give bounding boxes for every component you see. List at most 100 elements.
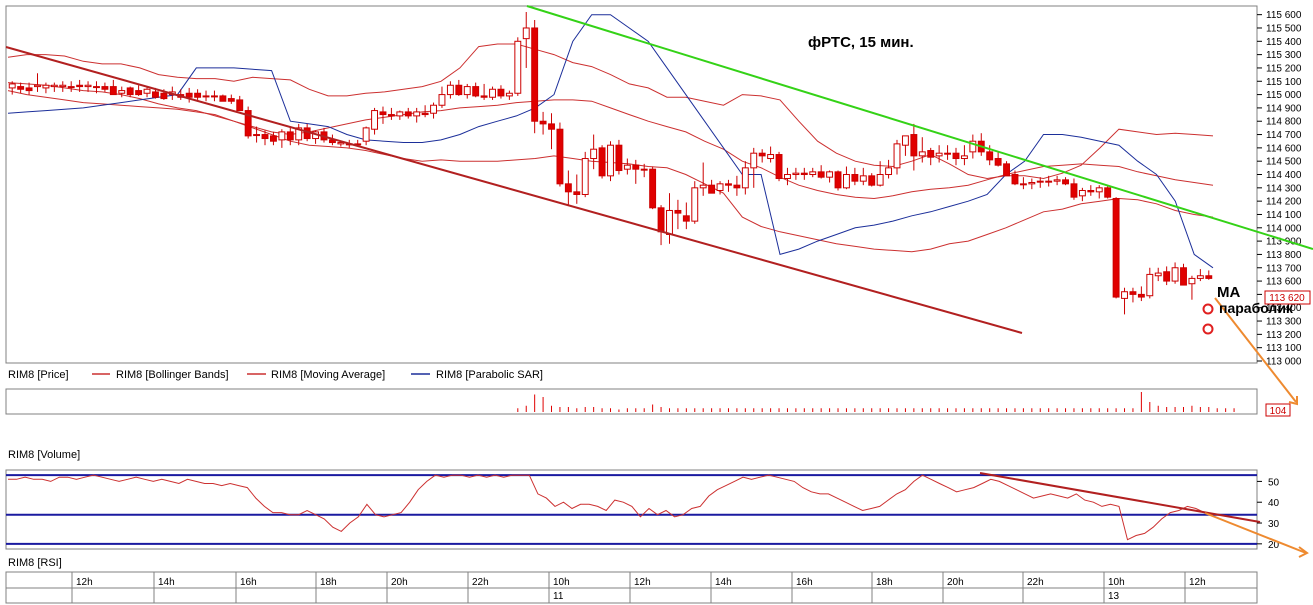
candle-body (531, 27, 539, 122)
volume-bars (517, 392, 1235, 412)
rsi-panel-label: RIM8 [RSI] (8, 557, 62, 569)
candle-body (792, 172, 800, 176)
parabolic-annotation: параболик (1219, 300, 1294, 316)
price-tick-label: 113 900 (1266, 237, 1302, 248)
candle-body (202, 95, 210, 98)
time-hour-label: 22h (472, 577, 489, 588)
price-tick-label: 114 700 (1266, 130, 1302, 141)
candle-body (76, 84, 84, 88)
time-hour-label: 18h (876, 577, 893, 588)
candle-body (817, 171, 825, 178)
time-hour-label: 14h (715, 577, 732, 588)
candle-body (522, 27, 530, 40)
price-tick-label: 115 500 (1266, 23, 1302, 34)
candle-body (548, 123, 555, 130)
price-tick-label: 113 600 (1266, 277, 1302, 288)
time-hour-label: 16h (796, 577, 813, 588)
candle-body (59, 84, 67, 88)
candle-body (800, 172, 808, 176)
candle-body (733, 184, 741, 189)
price-tick-label: 114 600 (1266, 143, 1302, 154)
candle-body (42, 84, 50, 89)
candle-body (1171, 267, 1179, 282)
candle-body (101, 86, 109, 90)
candle-body (362, 127, 370, 142)
price-tick-label: 115 400 (1266, 37, 1302, 48)
candle-body (25, 87, 33, 92)
candle-body (649, 168, 657, 209)
candles (8, 11, 1213, 315)
candle-body (211, 95, 218, 98)
price-tick-label: 115 300 (1266, 50, 1302, 61)
candle-body (1062, 179, 1069, 185)
candle-body (598, 147, 606, 177)
price-tick-label: 114 100 (1266, 210, 1302, 221)
candle-body (607, 144, 614, 177)
candle-body (918, 151, 926, 157)
candle-body (1180, 267, 1187, 286)
candle-body (952, 152, 960, 160)
candle-body (1163, 271, 1171, 282)
candle-body (84, 84, 92, 88)
rsi-lines: 50403020 (6, 474, 1280, 551)
candle-body (253, 134, 261, 137)
candle-body (868, 175, 876, 186)
time-day-label: 11 (553, 591, 564, 602)
candle-body (699, 184, 707, 189)
candle-body (556, 128, 564, 185)
candle-body (497, 88, 505, 97)
price-panel-frame (5, 5, 1258, 364)
candle-body (750, 152, 758, 169)
candle-body (809, 171, 817, 176)
candle-body (581, 158, 589, 195)
time-hour-label: 14h (158, 577, 175, 588)
legend-bollinger: RIM8 [Bollinger Bands] (116, 369, 229, 381)
candle-body (143, 88, 151, 94)
price-tick-label: 114 900 (1266, 103, 1302, 114)
candle-body (834, 171, 842, 189)
candle-body (227, 98, 235, 102)
candle-body (842, 174, 850, 189)
candle-body (413, 111, 421, 117)
candle-body (632, 164, 640, 170)
candle-body (514, 40, 522, 94)
candle-body (1011, 174, 1019, 185)
candle-body (17, 86, 25, 90)
price-tick-label: 113 800 (1266, 250, 1302, 261)
candle-body (716, 183, 724, 191)
candle-body (615, 144, 623, 172)
candle-body (387, 114, 395, 117)
candle-body (404, 111, 412, 117)
rsi-line (8, 474, 1214, 541)
candle-body (34, 84, 41, 88)
time-hour-label: 10h (553, 577, 570, 588)
candle-body (767, 154, 775, 160)
time-hour-label: 20h (391, 577, 408, 588)
candle-body (758, 152, 766, 157)
candle-body (944, 152, 952, 155)
candle-body (1137, 293, 1145, 298)
time-axis-labels: 12h 14h 16h 18h 20h 22h 10h 12h 14h 16h 18h 20h 22h 1… (71, 572, 1206, 603)
candle-body (725, 183, 732, 186)
candle-body (910, 134, 918, 157)
time-hour-label: 10h (1108, 577, 1125, 588)
candle-body (1104, 187, 1112, 198)
candle-body (539, 120, 547, 125)
candle-body (219, 95, 227, 102)
rsi-tick-label: 40 (1268, 498, 1280, 509)
candle-body (1121, 291, 1128, 299)
candle-body (109, 86, 117, 96)
candle-body (286, 131, 294, 141)
candle-body (564, 183, 572, 193)
sar-marker-lower (1202, 323, 1214, 335)
candle-body (1188, 277, 1196, 285)
price-tick-label: 113 700 (1266, 263, 1302, 274)
candle-body (1196, 275, 1204, 279)
rsi-tick-label: 30 (1268, 519, 1280, 530)
candle-body (160, 92, 168, 100)
candle-body (1045, 180, 1053, 183)
time-hour-label: 22h (1027, 577, 1044, 588)
candle-body (8, 83, 16, 89)
price-tick-label: 113 200 (1266, 330, 1302, 341)
candle-body (371, 110, 379, 130)
